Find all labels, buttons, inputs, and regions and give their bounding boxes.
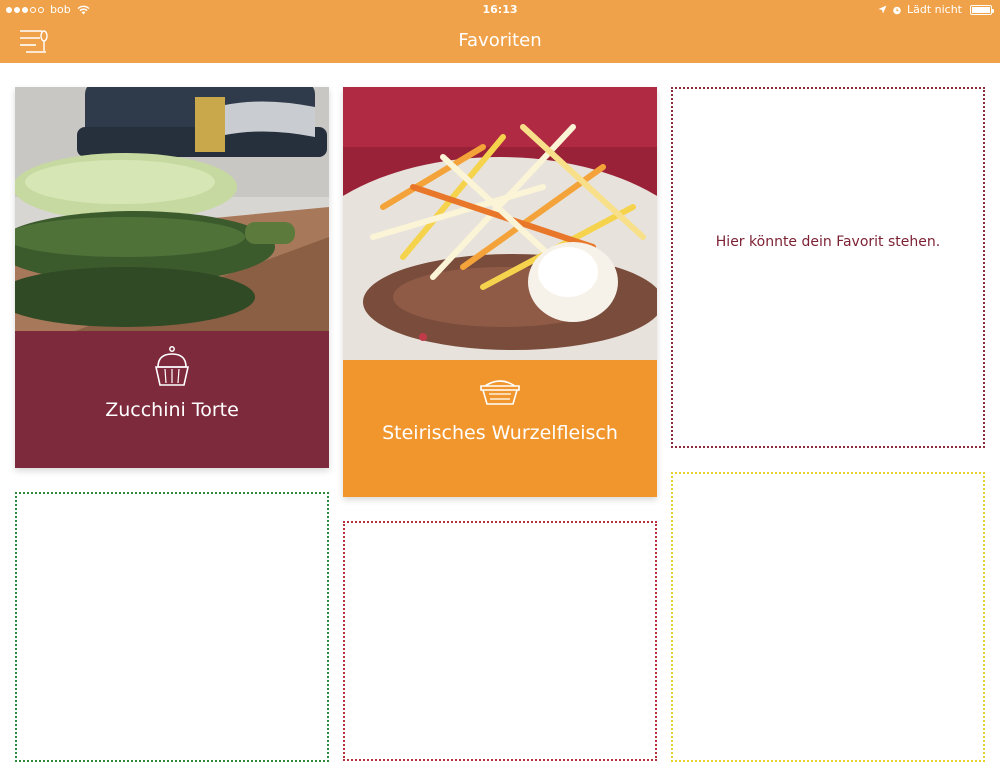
battery-icon bbox=[970, 4, 994, 15]
recipe-photo-zucchini bbox=[15, 87, 329, 331]
cake-icon bbox=[155, 346, 189, 386]
status-bar: bob 16:13 Lädt nicht bbox=[0, 0, 1000, 20]
empty-favorite-slot[interactable] bbox=[343, 521, 657, 761]
card-label: Zucchini Torte bbox=[15, 331, 329, 468]
recipe-name: Zucchini Torte bbox=[105, 399, 239, 421]
page-title: Favoriten bbox=[458, 30, 542, 51]
alarm-clock-icon bbox=[893, 6, 901, 14]
favorite-card-zucchini-torte[interactable]: Zucchini Torte bbox=[15, 87, 329, 468]
favorite-card-steirisches-wurzelfleisch[interactable]: Steirisches Wurzelfleisch bbox=[343, 87, 657, 497]
location-arrow-icon bbox=[878, 5, 887, 14]
charging-status: Lädt nicht bbox=[906, 3, 962, 16]
recipe-name: Steirisches Wurzelfleisch bbox=[382, 422, 618, 444]
status-time: 16:13 bbox=[482, 3, 518, 16]
status-right: Lädt nicht bbox=[878, 3, 994, 16]
empty-favorite-slot[interactable] bbox=[15, 492, 329, 762]
empty-favorite-slot[interactable]: Hier könnte dein Favorit stehen. bbox=[671, 87, 985, 448]
card-label: Steirisches Wurzelfleisch bbox=[343, 360, 657, 497]
empty-slot-placeholder-text: Hier könnte dein Favorit stehen. bbox=[715, 234, 941, 250]
casserole-icon bbox=[480, 380, 520, 405]
navigation-bar: Favoriten bbox=[0, 20, 1000, 63]
recipe-photo-wurzelfleisch bbox=[343, 87, 657, 360]
empty-favorite-slot[interactable] bbox=[671, 472, 985, 762]
